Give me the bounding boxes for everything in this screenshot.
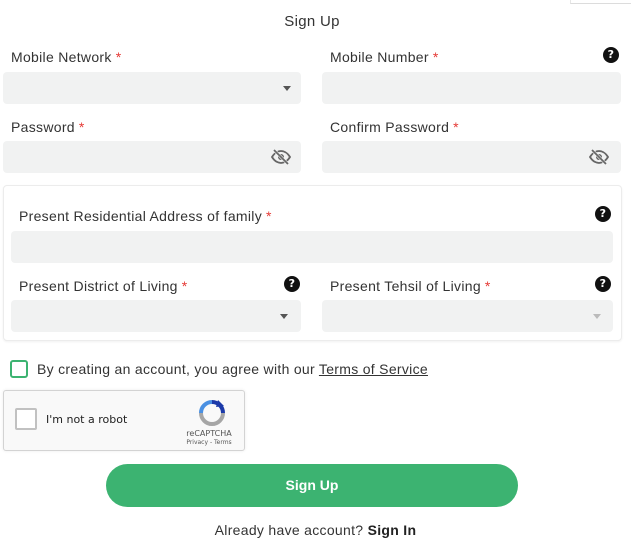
required-mark: * (181, 278, 188, 294)
address-label: Present Residential Address of family * (19, 208, 272, 224)
eye-slash-icon[interactable] (589, 149, 609, 165)
sign-in-prompt: Already have account? Sign In (214, 522, 417, 538)
tehsil-label: Present Tehsil of Living * (330, 278, 491, 294)
confirm-password-input[interactable] (322, 141, 621, 173)
required-mark: * (432, 49, 439, 65)
caret-down-icon (280, 314, 288, 319)
recaptcha-checkbox[interactable] (15, 408, 37, 430)
caret-down-icon (593, 314, 601, 319)
mobile-number-label: Mobile Number * (330, 49, 439, 65)
required-mark: * (266, 208, 272, 224)
recaptcha-label: I'm not a robot (46, 413, 128, 426)
sign-up-button[interactable]: Sign Up (106, 464, 518, 507)
recaptcha-widget: I'm not a robot reCAPTCHA Privacy - Term… (3, 390, 245, 451)
question-circle-icon[interactable]: ? (595, 276, 611, 292)
recaptcha-privacy-terms[interactable]: Privacy - Terms (174, 439, 244, 446)
required-mark: * (115, 49, 122, 65)
page-title: Sign Up (284, 13, 340, 30)
question-circle-icon[interactable]: ? (284, 276, 300, 292)
mobile-network-select[interactable] (3, 72, 301, 104)
sign-in-link[interactable]: Sign In (368, 522, 417, 538)
recaptcha-logo-icon (199, 400, 225, 426)
question-circle-icon[interactable]: ? (595, 206, 611, 222)
top-tab-edge (570, 0, 631, 4)
address-input[interactable] (11, 231, 613, 263)
mobile-number-input[interactable] (322, 72, 621, 104)
district-select[interactable] (11, 300, 301, 332)
terms-of-service-link[interactable]: Terms of Service (319, 361, 428, 377)
required-mark: * (453, 119, 459, 135)
question-circle-icon[interactable]: ? (603, 47, 619, 63)
district-label: Present District of Living * (19, 278, 188, 294)
confirm-password-label: Confirm Password * (330, 119, 459, 135)
required-mark: * (484, 278, 491, 294)
recaptcha-brand: reCAPTCHA (186, 429, 232, 438)
required-mark: * (78, 119, 85, 135)
password-input[interactable] (3, 141, 301, 173)
password-label: Password * (11, 119, 85, 135)
terms-checkbox[interactable] (10, 360, 28, 378)
mobile-network-label: Mobile Network * (11, 49, 122, 65)
caret-down-icon (283, 86, 291, 91)
tehsil-select[interactable] (322, 300, 613, 332)
terms-agreement: By creating an account, you agree with o… (37, 361, 428, 377)
eye-slash-icon[interactable] (271, 149, 291, 165)
